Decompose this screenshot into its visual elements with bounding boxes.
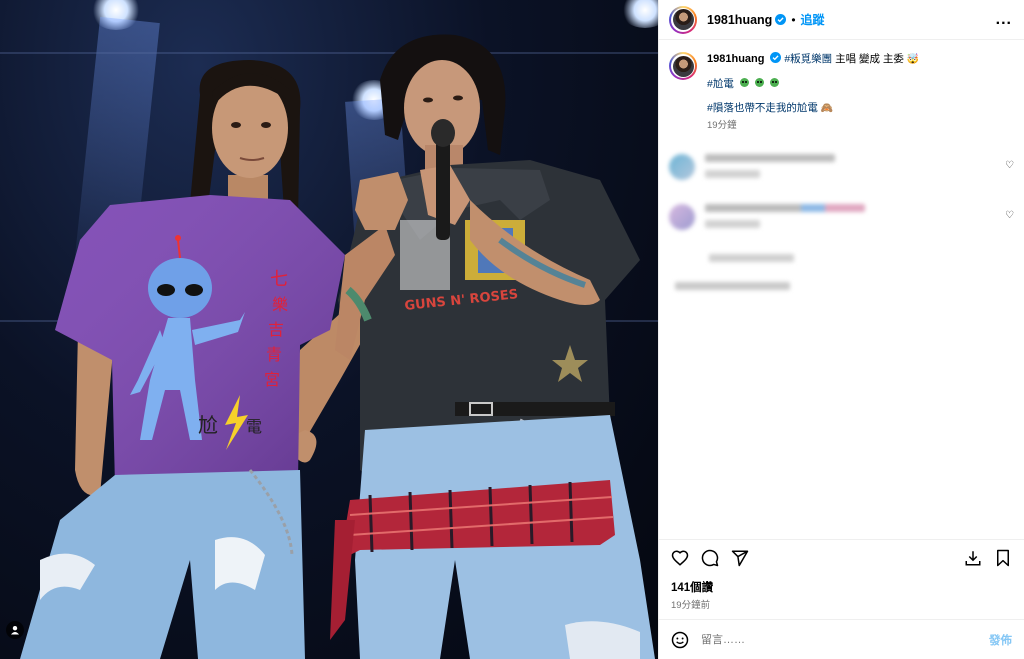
svg-text:吉: 吉 (268, 320, 284, 339)
share-send-icon[interactable] (729, 547, 751, 569)
comment-like-icon[interactable]: ♡ (1005, 210, 1014, 221)
comment-item: ♡ (669, 204, 1014, 236)
hashtag-link[interactable]: #隕落也帶不走我的尬電 (707, 102, 818, 114)
follow-button[interactable]: 追蹤 (801, 11, 825, 28)
alien-emoji-icon (769, 78, 779, 87)
avatar[interactable] (669, 5, 697, 34)
post-timestamp: 19分鐘前 (671, 600, 711, 611)
caption-text: 主唱 變成 主委 (835, 53, 904, 65)
performers-illustration: 七 樂 吉 青 宮 尬 電 GUNS N' ROSES (20, 34, 655, 659)
tagged-user-icon[interactable] (6, 621, 24, 639)
caption-time: 19分鐘 (707, 120, 737, 131)
verified-badge-icon (770, 52, 782, 63)
svg-text:青: 青 (266, 345, 282, 364)
comment-avatar[interactable] (669, 204, 695, 230)
comment-input[interactable] (701, 633, 989, 646)
alien-emoji-icon (754, 78, 764, 87)
likes-count[interactable]: 141個讚 (659, 575, 1024, 595)
post-side-panel: 1981huang • 追蹤 ... 1981huang #粄覓樂團 主唱 變成… (658, 0, 1024, 659)
post-comment-button[interactable]: 發佈 (989, 632, 1012, 648)
instagram-post: 七 樂 吉 青 宮 尬 電 GUNS N' ROSES 1981huang • … (0, 0, 1024, 659)
header-username[interactable]: 1981huang (707, 13, 772, 27)
comments-section: 1981huang #粄覓樂團 主唱 變成 主委 🤯 #尬電 #隕落也帶不走我的… (659, 40, 1024, 539)
post-photo[interactable]: 七 樂 吉 青 宮 尬 電 GUNS N' ROSES (0, 0, 658, 659)
shirt-vertical-text: 七 (270, 269, 288, 290)
download-icon[interactable] (962, 547, 984, 569)
svg-text:尬: 尬 (198, 413, 218, 437)
action-bar (659, 539, 1024, 575)
header-separator: • (791, 12, 796, 27)
alien-emoji-icon (739, 78, 749, 87)
comment-bubble-icon[interactable] (699, 547, 721, 569)
svg-text:宮: 宮 (264, 370, 280, 389)
caption: 1981huang #粄覓樂團 主唱 變成 主委 🤯 #尬電 #隕落也帶不走我的… (669, 52, 1012, 133)
hashtag-link[interactable]: #粄覓樂團 (784, 53, 832, 65)
svg-text:樂: 樂 (272, 295, 288, 314)
verified-badge-icon (775, 14, 787, 25)
emoji-icon: 🤯 (906, 54, 920, 65)
bookmark-save-icon[interactable] (992, 547, 1014, 569)
hashtag-link[interactable]: #尬電 (707, 78, 734, 90)
svg-text:電: 電 (246, 417, 262, 436)
view-replies[interactable] (709, 254, 1014, 270)
emoji-icon: 🙈 (820, 103, 834, 114)
comment-avatar[interactable] (669, 154, 695, 180)
more-options-icon[interactable]: ... (996, 11, 1012, 28)
caption-username[interactable]: 1981huang (707, 53, 764, 65)
like-heart-icon[interactable] (669, 547, 691, 569)
post-header: 1981huang • 追蹤 ... (659, 0, 1024, 40)
emoji-picker-icon[interactable] (669, 629, 691, 651)
comment-item: ♡ (669, 154, 1014, 186)
caption-avatar[interactable] (669, 52, 697, 80)
add-comment-bar: 發佈 (659, 619, 1024, 659)
comment-like-icon[interactable]: ♡ (1005, 160, 1014, 171)
comment-item (669, 282, 1014, 298)
